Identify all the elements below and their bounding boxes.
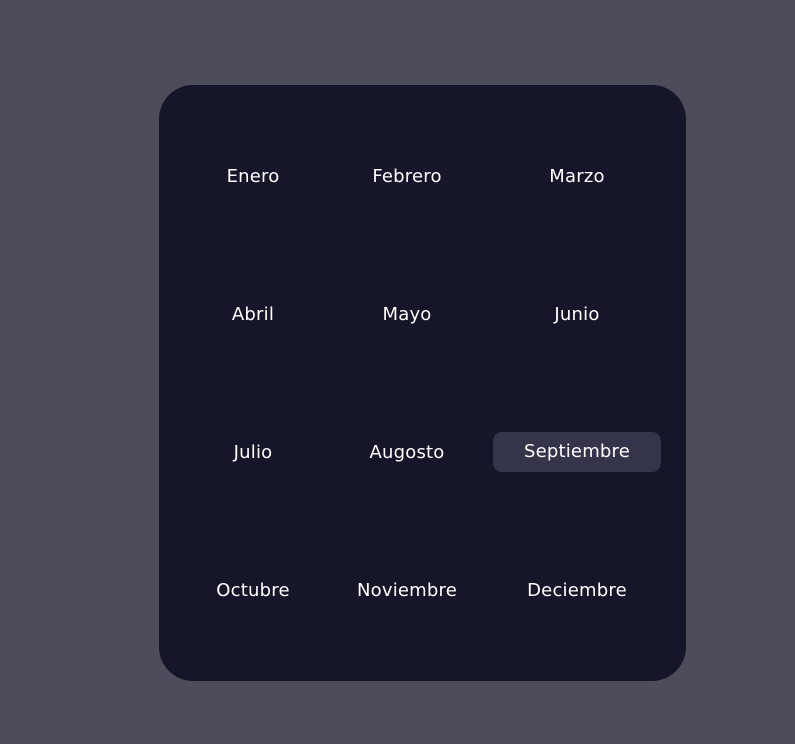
month-option-junio[interactable]: Junio (493, 296, 661, 334)
month-option-enero[interactable]: Enero (193, 158, 313, 196)
month-option-augosto[interactable]: Augosto (335, 434, 479, 472)
month-option-mayo[interactable]: Mayo (335, 296, 479, 334)
month-option-noviembre[interactable]: Noviembre (335, 572, 479, 610)
month-option-julio[interactable]: Julio (193, 434, 313, 472)
month-option-septiembre[interactable]: Septiembre (493, 432, 661, 472)
month-option-febrero[interactable]: Febrero (335, 158, 479, 196)
month-option-deciembre[interactable]: Deciembre (493, 572, 661, 610)
month-option-marzo[interactable]: Marzo (493, 158, 661, 196)
month-picker-panel: Enero Febrero Marzo Abril Mayo Junio Jul… (159, 85, 686, 681)
month-option-octubre[interactable]: Octubre (193, 572, 313, 610)
month-option-abril[interactable]: Abril (193, 296, 313, 334)
